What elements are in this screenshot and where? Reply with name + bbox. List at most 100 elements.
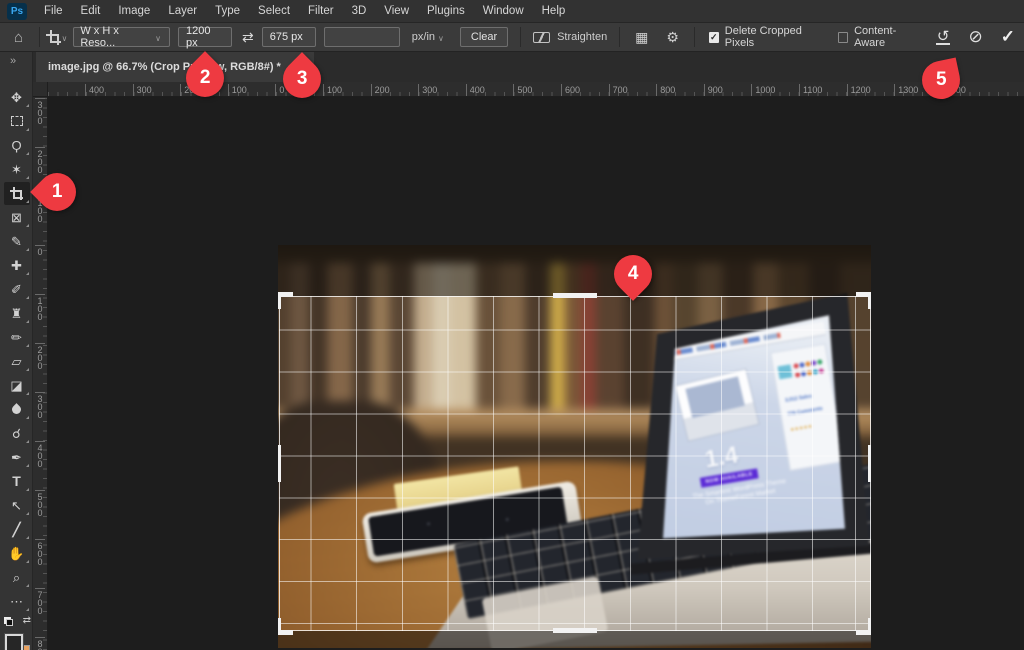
document-tab[interactable]: image.jpg @ 66.7% (Crop Preview, RGB/8#)… <box>36 52 314 82</box>
menu-edit[interactable]: Edit <box>72 0 110 23</box>
clear-button[interactable]: Clear <box>460 27 508 47</box>
crop-height-input[interactable]: 675 px <box>262 27 316 47</box>
crop-preset-dropdown[interactable]: W x H x Reso... ∨ <box>73 27 170 47</box>
crop-handle-bottom-left[interactable] <box>278 618 293 635</box>
marquee-tool[interactable] <box>4 110 30 133</box>
menu-plugins[interactable]: Plugins <box>418 0 474 23</box>
quick-selection-tool[interactable]: ✶ <box>4 158 30 181</box>
document-tab-bar: image.jpg @ 66.7% (Crop Preview, RGB/8#)… <box>33 52 1024 82</box>
toolbar-collapse-icon[interactable]: » <box>10 55 16 67</box>
menu-layer[interactable]: Layer <box>159 0 206 23</box>
commit-crop-icon[interactable]: ✓ <box>1001 27 1015 47</box>
crop-handle-left[interactable] <box>278 445 281 482</box>
v-ruler-label: 100 <box>35 294 45 321</box>
blur-tool-icon <box>10 403 23 416</box>
healing-brush-tool[interactable]: ✚ <box>4 254 30 277</box>
lasso-tool[interactable]: Ϙ <box>4 134 30 157</box>
v-ruler-label: 300 <box>35 392 45 419</box>
crop-handle-top-right[interactable] <box>856 292 871 309</box>
crop-settings-gear-icon[interactable]: ⚙ <box>666 29 679 46</box>
chevron-down-icon[interactable]: ∨ <box>62 34 68 43</box>
home-icon[interactable]: ⌂ <box>14 29 23 46</box>
menu-3d[interactable]: 3D <box>343 0 376 23</box>
path-selection-tool[interactable]: ↖ <box>4 494 30 517</box>
photoshop-logo[interactable]: Ps <box>7 3 27 20</box>
v-ruler-label: 500 <box>35 490 45 517</box>
swap-dimensions-icon[interactable]: ⇄ <box>242 29 252 46</box>
delete-cropped-pixels-checkbox[interactable]: ✓ Delete Cropped Pixels <box>709 25 822 49</box>
menu-type[interactable]: Type <box>206 0 249 23</box>
menu-window[interactable]: Window <box>474 0 533 23</box>
h-ruler-label: 300 <box>133 84 152 96</box>
divider <box>619 27 620 47</box>
hand-tool[interactable]: ✋ <box>4 542 30 565</box>
swap-colors-icon[interactable]: ⇄ <box>23 615 29 626</box>
clear-label: Clear <box>471 31 497 43</box>
canvas-area[interactable]: 3,012 Sales 776 Comments ★★★★★ 1.4 NOW A… <box>48 97 1024 650</box>
h-ruler-label: 500 <box>513 84 532 96</box>
crop-overlay-grid-icon[interactable]: ▦ <box>635 29 648 46</box>
brush-tool-icon: ✐ <box>11 283 22 296</box>
type-tool[interactable]: T <box>4 470 30 493</box>
default-colors-control[interactable]: ⇄ <box>4 617 30 631</box>
crop-handle-top[interactable] <box>553 293 597 298</box>
reset-crop-icon[interactable]: ↺ <box>936 30 951 45</box>
resolution-unit-dropdown[interactable]: px/in ∨ <box>412 31 446 43</box>
straighten-button[interactable]: Straighten <box>533 31 607 43</box>
line-tool[interactable]: ╱ <box>4 518 30 541</box>
move-tool[interactable]: ✥ <box>4 86 30 109</box>
color-swatches <box>4 634 32 650</box>
dodge-tool[interactable]: ☌ <box>4 422 30 445</box>
straighten-label: Straighten <box>557 31 607 43</box>
v-ruler-label: 200 <box>35 343 45 370</box>
h-ruler-label: 1000 <box>751 84 775 96</box>
crop-tool-icon[interactable] <box>46 30 59 44</box>
cancel-crop-icon[interactable]: ⊘ <box>968 27 982 47</box>
eyedropper-tool-icon: ✎ <box>11 235 22 248</box>
brush-tool[interactable]: ✐ <box>4 278 30 301</box>
menu-help[interactable]: Help <box>533 0 575 23</box>
menu-image[interactable]: Image <box>109 0 159 23</box>
checkbox-checked-icon: ✓ <box>709 32 719 43</box>
h-ruler-label: 300 <box>418 84 437 96</box>
crop-handle-bottom-right[interactable] <box>856 618 871 635</box>
hand-tool-icon: ✋ <box>8 547 24 560</box>
h-ruler-label: 900 <box>704 84 723 96</box>
eyedropper-tool[interactable]: ✎ <box>4 230 30 253</box>
document-image[interactable]: 3,012 Sales 776 Comments ★★★★★ 1.4 NOW A… <box>278 245 871 648</box>
menu-select[interactable]: Select <box>249 0 299 23</box>
more-tools[interactable]: ⋯ <box>4 590 30 613</box>
crop-tool[interactable] <box>4 182 30 205</box>
blur-tool[interactable] <box>4 398 30 421</box>
clone-stamp-tool-icon: ♜ <box>11 307 23 320</box>
pen-tool[interactable]: ✒ <box>4 446 30 469</box>
quick-selection-tool-icon: ✶ <box>11 163 22 176</box>
content-aware-checkbox[interactable]: Content-Aware <box>838 25 919 49</box>
clone-stamp-tool[interactable]: ♜ <box>4 302 30 325</box>
crop-handle-top-left[interactable] <box>278 292 293 309</box>
menu-file[interactable]: File <box>35 0 72 23</box>
eraser-tool[interactable]: ▱ <box>4 350 30 373</box>
crop-tool-icon <box>10 187 23 200</box>
type-tool-icon: T <box>12 474 21 488</box>
frame-tool[interactable]: ⊠ <box>4 206 30 229</box>
eraser-tool-icon: ▱ <box>12 355 22 368</box>
h-ruler-label: 100 <box>228 84 247 96</box>
history-brush-tool[interactable]: ✏ <box>4 326 30 349</box>
crop-handle-right[interactable] <box>868 445 871 482</box>
paint-bucket-tool[interactable]: ◪ <box>4 374 30 397</box>
checkbox-unchecked-icon <box>838 32 848 43</box>
tool-strip: ✥ Ϙ ✶ ⊠ ✎ ✚ ✐ ♜ ✏ ▱ ◪ ☌✒ T ↖ ╱ ✋ ⌕⋯ ⇄ <box>0 52 33 650</box>
zoom-tool[interactable]: ⌕ <box>4 566 30 589</box>
crop-width-input[interactable]: 1200 px <box>178 27 232 47</box>
crop-resolution-input[interactable] <box>324 27 400 47</box>
h-ruler-label: 1200 <box>847 84 871 96</box>
menu-filter[interactable]: Filter <box>299 0 343 23</box>
foreground-color-swatch[interactable] <box>5 634 23 650</box>
crop-shield-bottom <box>278 631 871 648</box>
h-ruler-label: 200 <box>371 84 390 96</box>
crop-handle-bottom[interactable] <box>553 628 597 633</box>
menu-view[interactable]: View <box>375 0 418 23</box>
path-selection-tool-icon: ↖ <box>11 499 22 512</box>
crop-options-bar: ⌂ ∨ W x H x Reso... ∨ 1200 px ⇄ 675 px p… <box>0 23 1024 52</box>
